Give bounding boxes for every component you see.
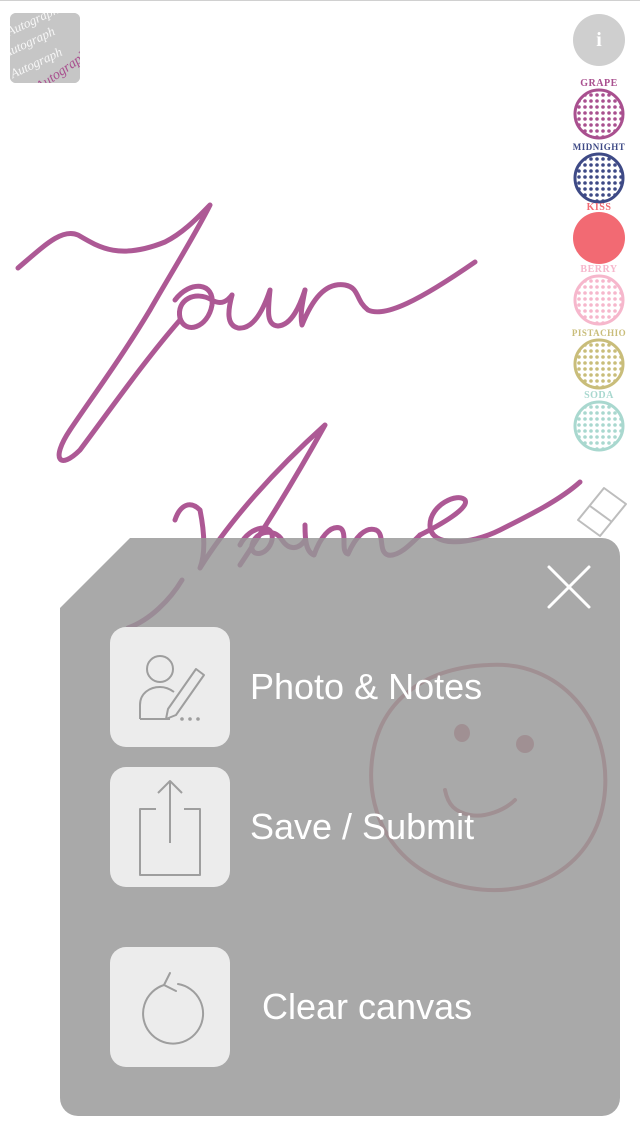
color-label: GRAPE xyxy=(580,78,618,89)
color-label: KISS xyxy=(586,202,612,213)
color-swatch-berry[interactable]: BERRY xyxy=(570,264,628,326)
save-submit-button[interactable] xyxy=(110,767,230,887)
color-swatch-soda[interactable]: SODA xyxy=(570,390,628,452)
color-swatch-midnight[interactable]: MIDNIGHT xyxy=(570,142,628,204)
photo-notes-button[interactable] xyxy=(110,627,230,747)
menu-item-clear-canvas[interactable]: Clear canvas xyxy=(110,947,590,1067)
color-label: MIDNIGHT xyxy=(572,142,626,152)
color-label: SODA xyxy=(584,390,614,401)
signature-stroke xyxy=(15,202,213,463)
color-label: PISTACHIO xyxy=(571,328,627,338)
app-logo-icon: Autograph Autograph Autograph Autograph xyxy=(10,13,80,83)
eraser-button[interactable] xyxy=(572,482,630,540)
info-button[interactable]: i xyxy=(573,14,625,66)
menu-item-photo-notes[interactable]: Photo & Notes xyxy=(110,627,590,747)
color-swatch-pistachio[interactable]: PISTACHIO xyxy=(570,328,628,390)
eraser-icon xyxy=(577,487,627,537)
menu-label-clear-canvas: Clear canvas xyxy=(262,986,473,1027)
contact-edit-icon xyxy=(139,655,205,721)
menu-label-photo-notes: Photo & Notes xyxy=(250,666,483,707)
close-icon xyxy=(547,565,591,609)
menu-item-save-submit[interactable]: Save / Submit xyxy=(110,767,590,887)
refresh-icon xyxy=(142,972,205,1045)
close-button[interactable] xyxy=(545,563,593,611)
share-icon xyxy=(139,780,201,876)
color-label: BERRY xyxy=(580,264,618,275)
clear-canvas-button[interactable] xyxy=(110,947,230,1067)
color-swatch-kiss[interactable]: KISS xyxy=(570,202,628,264)
info-icon: i xyxy=(596,28,602,51)
menu-label-save-submit: Save / Submit xyxy=(250,806,475,847)
color-swatch-grape[interactable]: GRAPE xyxy=(570,78,628,140)
